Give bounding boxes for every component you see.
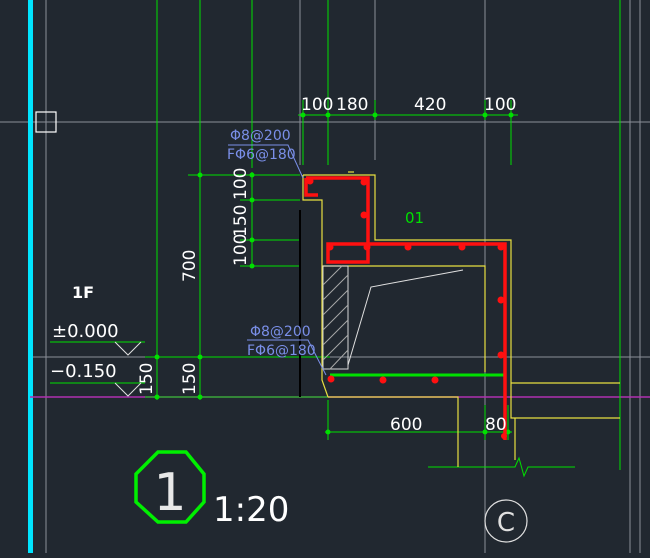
- dim-left-1: 150: [231, 205, 251, 237]
- note-top-line2: FΦ6@180: [227, 147, 296, 163]
- note-top-line1: Φ8@200: [230, 128, 291, 144]
- leader-sketch: [347, 269, 464, 366]
- break-line: [428, 456, 575, 478]
- dim-left-0: 100: [231, 168, 251, 200]
- dim-700: 700: [180, 250, 200, 282]
- green-lines: [50, 0, 621, 478]
- dim-slab-left: 150: [137, 363, 157, 395]
- dim-bottom-1: 80: [485, 415, 507, 435]
- dim-bottom-0: 600: [390, 415, 422, 435]
- detail-drawing: 100 180 420 100 100 150 100 700 150 150 …: [0, 0, 650, 553]
- dim-top-2: 420: [414, 95, 446, 115]
- elevation-main: ±0.000: [52, 321, 119, 342]
- detail-scale: 1:20: [213, 490, 289, 530]
- outline-left: [302, 175, 329, 398]
- floor-label: 1F: [72, 283, 94, 302]
- member-tag: 01: [405, 209, 424, 227]
- elev-triangle-main: [114, 341, 142, 356]
- insulation-hatch: [322, 265, 349, 370]
- axis-bubble-label: C: [497, 508, 515, 538]
- dim-top-3: 100: [484, 95, 516, 115]
- reference-lines: [0, 0, 650, 553]
- dim-top-0: 100: [301, 95, 333, 115]
- dim-left-2: 100: [231, 234, 251, 266]
- dim-slab-inner: 150: [180, 363, 200, 395]
- axis-bubble-c: C: [484, 499, 528, 543]
- cad-drawing-canvas[interactable]: 100 180 420 100 100 150 100 700 150 150 …: [0, 0, 650, 553]
- cyan-border: [28, 0, 33, 553]
- outline-outer: [303, 174, 620, 419]
- note-mid-line2: FΦ6@180: [247, 343, 316, 359]
- concrete-outline: [302, 171, 620, 467]
- detail-marker: 1: [134, 450, 206, 524]
- elevation-low: −0.150: [50, 361, 117, 382]
- note-mid-line1: Φ8@200: [250, 324, 311, 340]
- cyan-wall-line: [28, 0, 33, 553]
- detail-number: 1: [153, 463, 186, 523]
- outline-inner: [322, 265, 486, 372]
- dim-top-1: 180: [336, 95, 368, 115]
